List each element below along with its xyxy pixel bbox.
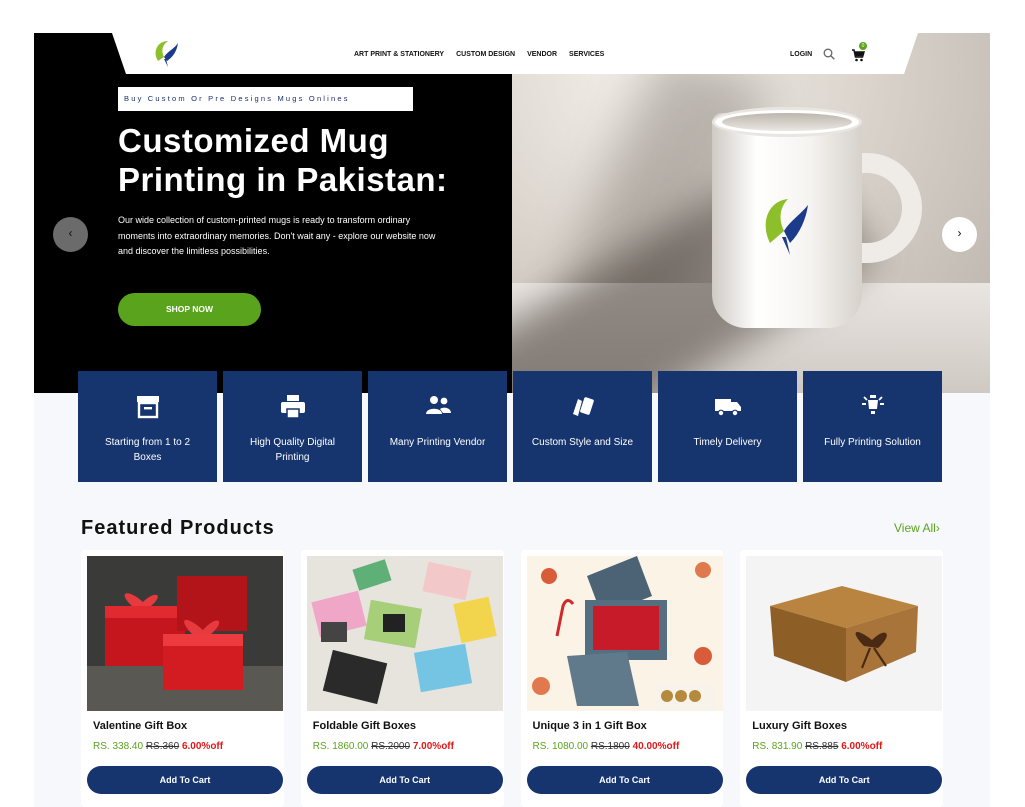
product-name[interactable]: Valentine Gift Box [93,720,187,732]
printer-icon [280,395,305,419]
product-grid: Valentine Gift Box RS. 338.40 RS.360 6.0… [81,550,943,807]
add-to-cart-button[interactable]: Add To Cart [526,766,723,794]
menu-art-print[interactable]: ART PRINT & STATIONERY [354,51,444,58]
feature-label: Fully Printing Solution [824,437,921,448]
cart-count-badge: 0 [859,42,867,50]
price-current: RS. 1860.00 [312,741,369,752]
feature-printing: High Quality Digital Printing [223,371,362,482]
feature-boxes: Starting from 1 to 2 Boxes [78,371,217,482]
feature-label: Custom Style and Size [531,437,634,448]
product-price: RS. 338.40 RS.360 6.00%off [93,741,223,752]
brand-logo[interactable] [152,39,184,69]
product-name[interactable]: Unique 3 in 1 Gift Box [533,720,647,732]
feature-printing-solution: Fully Printing Solution [803,371,942,482]
add-to-cart-button[interactable]: Add To Cart [87,766,283,794]
price-discount: 7.00%off [412,741,454,752]
feature-custom-style: Custom Style and Size [513,371,652,482]
product-name[interactable]: Luxury Gift Boxes [752,720,847,732]
price-original: RS.1800 [590,741,630,752]
product-image-foldable[interactable] [306,556,503,711]
cart-icon[interactable] [851,48,865,62]
feature-vendor: Many Printing Vendor [368,371,507,482]
feature-label: Many Printing Vendor [389,437,486,448]
features-strip: Starting from 1 to 2 Boxes High Quality … [78,371,945,482]
product-image-valentine[interactable] [87,556,283,711]
product-name[interactable]: Foldable Gift Boxes [313,720,416,732]
archive-box-icon [136,396,159,419]
users-icon [425,396,451,414]
login-link[interactable]: LOGIN [790,51,812,58]
product-card[interactable]: Unique 3 in 1 Gift Box RS. 1080.00 RS.18… [520,550,724,807]
product-card[interactable]: Luxury Gift Boxes RS. 831.90 RS.885 6.00… [740,550,943,807]
add-to-cart-button[interactable]: Add To Cart [746,766,943,794]
hero-title-line-1: Customized Mug [118,122,389,159]
product-image-3in1[interactable] [526,556,723,711]
product-price: RS. 1080.00 RS.1800 40.00%off [533,741,680,752]
browser-frame: ART PRINT & STATIONERY CUSTOM DESIGN VEN… [0,0,1025,807]
search-icon[interactable] [823,48,835,60]
hero-description: Our wide collection of custom-printed mu… [118,215,436,256]
price-discount: 6.00%off [181,741,224,752]
product-image-luxury[interactable] [746,556,943,711]
feature-delivery: Timely Delivery [658,371,797,482]
price-discount: 40.00%off [632,741,680,752]
feature-label: Starting from 1 to 2 Boxes [104,437,191,463]
hero-banner: ART PRINT & STATIONERY CUSTOM DESIGN VEN… [34,33,990,393]
feature-label: High Quality Digital Printing [249,437,336,463]
product-price: RS. 831.90 RS.885 6.00%off [752,741,882,752]
hero-mug-image [512,33,990,393]
truck-icon [714,399,741,417]
carousel-prev-button[interactable]: ‹ [53,217,88,252]
mug-brand-logo [765,199,808,255]
shop-now-button[interactable]: SHOP NOW [118,293,261,326]
lamp-icon [861,395,884,414]
product-card[interactable]: Valentine Gift Box RS. 338.40 RS.360 6.0… [81,550,284,807]
hero-tagline: Buy Custom Or Pre Designs Mugs Onlines [118,87,413,111]
main-menu: ART PRINT & STATIONERY CUSTOM DESIGN VEN… [354,51,604,58]
feature-label: Timely Delivery [693,437,762,448]
chevron-right-icon: › [935,521,940,535]
product-price: RS. 1860.00 RS.2000 7.00%off [313,741,454,752]
swatches-icon [572,397,594,416]
price-original: RS.2000 [371,741,411,752]
hero-title: Customized Mug Printing in Pakistan: [118,121,488,199]
add-to-cart-button[interactable]: Add To Cart [306,766,503,794]
price-discount: 6.00%off [841,741,883,752]
price-original: RS.885 [805,741,839,752]
product-card[interactable]: Foldable Gift Boxes RS. 1860.00 RS.2000 … [300,550,504,807]
price-current: RS. 831.90 [752,741,803,752]
price-current: RS. 1080.00 [532,741,589,752]
featured-products-title: Featured Products [81,517,275,539]
top-navigation: ART PRINT & STATIONERY CUSTOM DESIGN VEN… [112,33,918,74]
price-current: RS. 338.40 [93,741,144,752]
view-all-label: View All [894,521,936,535]
view-all-link[interactable]: View All› [894,521,940,535]
page: ART PRINT & STATIONERY CUSTOM DESIGN VEN… [34,33,990,807]
hero-title-line-2: Printing in Pakistan: [118,161,448,198]
price-original: RS.360 [145,741,180,752]
carousel-next-button[interactable]: › [942,217,977,252]
menu-vendor[interactable]: VENDOR [527,51,557,58]
menu-services[interactable]: SERVICES [569,51,604,58]
menu-custom-design[interactable]: CUSTOM DESIGN [456,51,515,58]
